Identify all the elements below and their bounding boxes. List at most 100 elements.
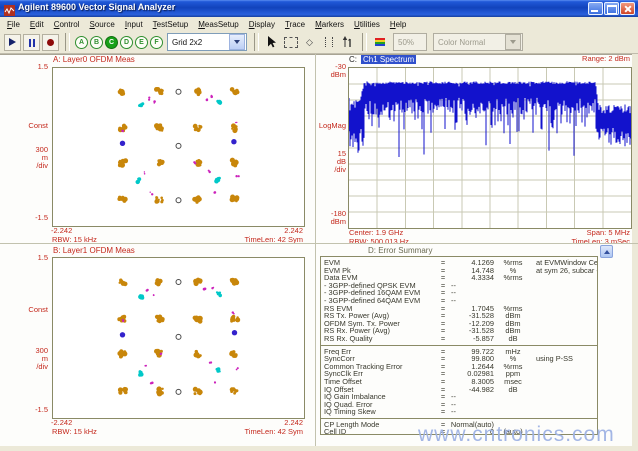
chevron-down-icon[interactable] (229, 34, 245, 50)
error-summary-table: EVM=4.1269%rmsat EVMWindow CenterEVM Pk=… (320, 256, 598, 435)
error-summary-row: EVM Pk=14.748%at sym 26, subcar -55 (324, 267, 597, 275)
c-span-label: Span: 5 MHz (500, 229, 630, 237)
pause-icon (28, 35, 36, 50)
record-button[interactable] (42, 34, 59, 51)
menu-utilities[interactable]: Utilities (349, 19, 385, 30)
toolbar: ABCDEF Grid 2x2 ◇ 50% (0, 31, 638, 54)
trace-select-f-button[interactable]: F (150, 36, 163, 49)
grid-layout-select[interactable]: Grid 2x2 (167, 33, 247, 51)
title-bar[interactable]: Agilent 89600 Vector Signal Analyzer (0, 0, 638, 17)
menu-edit[interactable]: Edit (25, 19, 49, 30)
app-window: Agilent 89600 Vector Signal Analyzer Fil… (0, 0, 638, 451)
watermark: www.cntronics.com (418, 423, 615, 447)
menu-file[interactable]: File (2, 19, 25, 30)
c-rbw-label: RBW: 500.013 Hz (349, 238, 409, 246)
error-summary-row: SyncClk Err=0.02981ppm (324, 370, 597, 378)
error-summary-row: - 3GPP-defined 64QAM EVM=-- (324, 297, 597, 305)
trace-select-a-button[interactable]: A (75, 36, 88, 49)
pause-measurement-button[interactable] (23, 34, 40, 51)
scroll-up-icon (604, 250, 610, 254)
layer0-constellation-chart[interactable] (52, 67, 305, 227)
panel-divider-horizontal (0, 243, 638, 244)
color-mode-select: Color Normal (433, 33, 523, 51)
trace-select-e-button[interactable]: E (135, 36, 148, 49)
zoom-box-icon (284, 37, 298, 48)
marker-diamond-button[interactable]: ◇ (301, 34, 318, 51)
a-xmin-label: -2.242 (51, 227, 72, 235)
zoom-percent-value: 50% (394, 38, 426, 47)
b-xmin-label: -2.242 (51, 419, 72, 427)
trace-c-title-prefix: C: (349, 55, 357, 64)
window-title: Agilent 89600 Vector Signal Analyzer (18, 2, 175, 12)
menu-meassetup[interactable]: MeasSetup (193, 19, 243, 30)
minimize-icon (591, 10, 598, 12)
b-rbw-label: RBW: 15 kHz (52, 428, 97, 436)
menu-input[interactable]: Input (120, 19, 148, 30)
trace-b-title[interactable]: B: Layer1 OFDM Meas (53, 246, 135, 255)
offset-marker-icon (342, 36, 354, 48)
marker-diamond-icon: ◇ (306, 38, 313, 47)
toolbar-separator (254, 33, 259, 51)
color-scale-button[interactable] (371, 34, 388, 51)
error-summary-row: Time Offset=8.3005msec (324, 378, 597, 386)
trace-a-title[interactable]: A: Layer0 OFDM Meas (53, 55, 135, 64)
trace-select-b-button[interactable]: B (90, 36, 103, 49)
zoom-percent-select: 50% (393, 33, 427, 51)
scroll-up-button[interactable] (600, 245, 613, 258)
error-summary-row: IQ Timing Skew=-- (324, 408, 597, 416)
b-ymin-label: -1.5 (2, 406, 48, 414)
offset-marker-button[interactable] (339, 34, 356, 51)
b-timelen-label: TimeLen: 42 Sym (203, 428, 303, 436)
close-button[interactable] (620, 2, 635, 15)
a-ymin-label: -1.5 (2, 214, 48, 222)
menu-testsetup[interactable]: TestSetup (148, 19, 194, 30)
zoom-box-button[interactable] (282, 34, 299, 51)
band-marker-icon (325, 37, 333, 47)
record-icon (47, 39, 54, 46)
chevron-down-icon (505, 34, 521, 50)
start-measurement-button[interactable] (4, 34, 21, 51)
b-xmax-label: 2.242 (203, 419, 303, 427)
select-cursor-button[interactable] (263, 34, 280, 51)
menu-control[interactable]: Control (49, 19, 85, 30)
layer1-constellation-chart[interactable] (52, 257, 305, 419)
color-scale-icon (375, 38, 385, 46)
toolbar-separator (65, 33, 70, 51)
menu-trace[interactable]: Trace (280, 19, 310, 30)
trace-d-title[interactable]: D: Error Summary (368, 246, 432, 255)
panel-divider-vertical (315, 54, 316, 446)
a-yaxis-label: Const (2, 122, 48, 130)
ch1-spectrum-chart[interactable] (348, 67, 632, 229)
trace-select-c-button[interactable]: C (105, 36, 118, 49)
color-mode-value: Color Normal (434, 38, 504, 47)
error-summary-row: Common Tracking Error=1.2644%rms (324, 363, 597, 371)
menu-bar: FileEditControlSourceInputTestSetupMeasS… (0, 17, 638, 32)
menu-source[interactable]: Source (85, 19, 120, 30)
minimize-button[interactable] (588, 2, 603, 15)
menu-help[interactable]: Help (385, 19, 411, 30)
toolbar-separator (362, 33, 367, 51)
c-yscale-label: /div (306, 166, 346, 174)
c-center-label: Center: 1.9 GHz (349, 229, 403, 237)
a-ymax-label: 1.5 (2, 63, 48, 71)
band-marker-button[interactable] (320, 34, 337, 51)
a-xmax-label: 2.242 (203, 227, 303, 235)
play-icon (9, 38, 16, 46)
menu-markers[interactable]: Markers (310, 19, 349, 30)
maximize-button[interactable] (604, 2, 619, 15)
trace-c-title-selected[interactable]: Ch1 Spectrum (361, 55, 416, 64)
grid-layout-value: Grid 2x2 (168, 38, 228, 47)
error-summary-row: RS Rx. Quality=-5.857dB (324, 335, 597, 343)
c-ymax-unit: dBm (306, 71, 346, 79)
b-yaxis-label: Const (2, 306, 48, 314)
cursor-icon (267, 36, 277, 48)
trace-select-d-button[interactable]: D (120, 36, 133, 49)
b-yscale-label: /div (2, 363, 48, 371)
c-range-label: Range: 2 dBm (530, 55, 630, 63)
c-yaxis-label: LogMag (306, 122, 346, 130)
b-ymax-label: 1.5 (2, 254, 48, 262)
a-yscale-label: /div (2, 162, 48, 170)
maximize-icon (607, 5, 617, 14)
menu-display[interactable]: Display (244, 19, 280, 30)
window-edge (632, 54, 638, 446)
